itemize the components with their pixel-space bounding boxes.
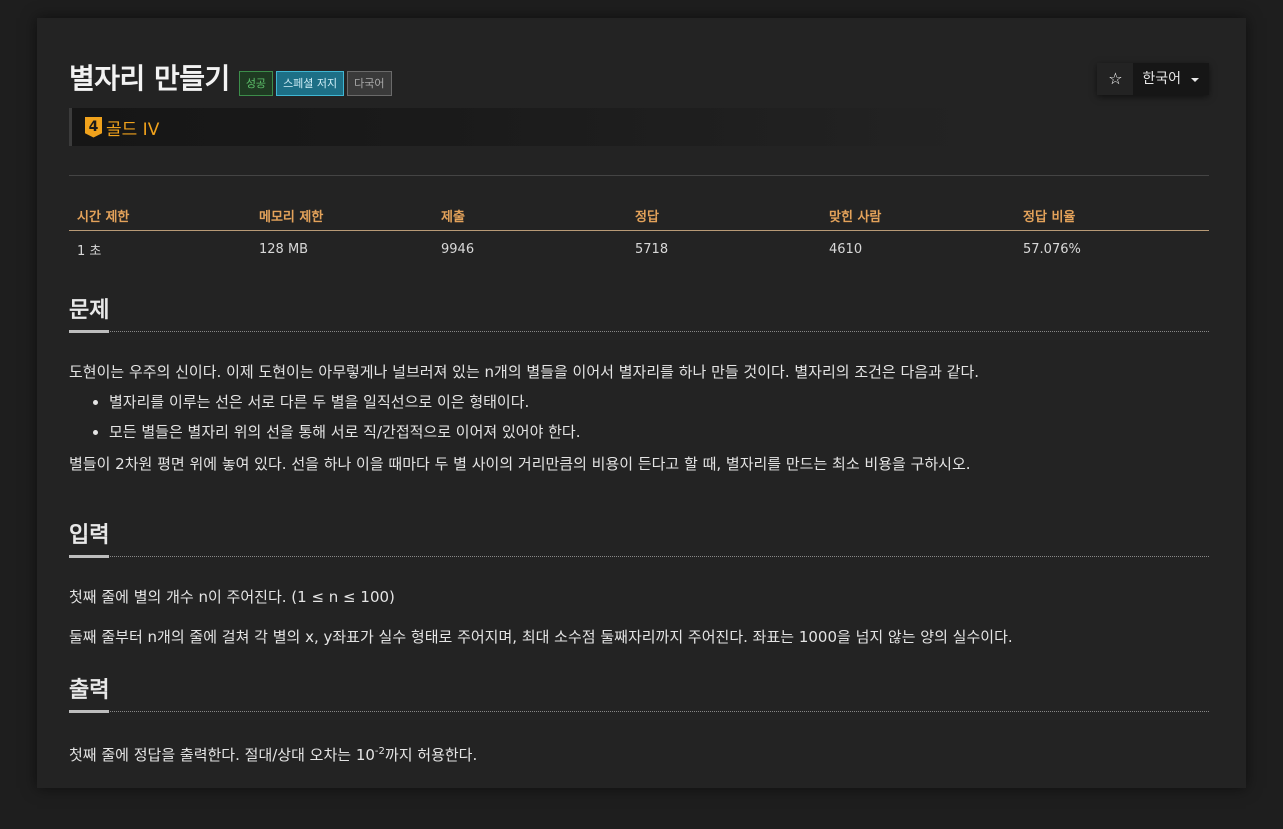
badge-multilang[interactable]: 다국어: [347, 71, 392, 96]
input-title: 입력: [69, 523, 110, 548]
stats-header-ratio: 정답 비율: [1023, 209, 1076, 225]
problem-badges: 성공 스페셜 저지 다국어: [238, 71, 392, 96]
problem-panel: 별자리 만들기 성공 스페셜 저지 다국어 ☆ 한국어 4 골드 IV 시간 제…: [37, 18, 1246, 788]
stats-solvers[interactable]: 4610: [821, 242, 1015, 257]
heading-underline: [69, 555, 109, 558]
stats-time-limit: 1 초: [77, 243, 102, 259]
problem-stats-table: 시간 제한 메모리 제한 제출 정답 맞힌 사람 정답 비율 1 초 128 M…: [69, 200, 1209, 267]
description-section: 문제 도현이는 우주의 신이다. 이제 도현이는 아무렇게나 널브러져 있는 n…: [69, 296, 1209, 475]
output-heading: 출력: [69, 676, 1209, 713]
output-title: 출력: [69, 678, 110, 703]
tier-gold-icon: 4: [85, 116, 102, 138]
stats-value-row: 1 초 128 MB 9946 5718 4610 57.076%: [69, 231, 1209, 267]
list-item: 별자리를 이루는 선은 서로 다른 두 별을 일직선으로 이은 형태이다.: [109, 391, 1209, 413]
badge-special-judge[interactable]: 스페셜 저지: [276, 71, 345, 96]
description-conditions: 별자리를 이루는 선은 서로 다른 두 별을 일직선으로 이은 형태이다. 모든…: [109, 391, 1209, 443]
tier-bar: 4 골드 IV: [69, 108, 964, 146]
output-section: 출력 첫째 줄에 정답을 출력한다. 절대/상대 오차는 10-2까지 허용한다…: [69, 676, 1209, 766]
caret-down-icon: [1191, 78, 1199, 82]
output-text: 첫째 줄에 정답을 출력한다. 절대/상대 오차는 10-2까지 허용한다.: [69, 741, 1209, 766]
stats-header-accepted: 정답: [635, 209, 659, 225]
description-intro: 도현이는 우주의 신이다. 이제 도현이는 아무렇게나 널브러져 있는 n개의 …: [69, 363, 980, 381]
stats-header-memory-limit: 메모리 제한: [259, 209, 324, 225]
stats-header-row: 시간 제한 메모리 제한 제출 정답 맞힌 사람 정답 비율: [69, 200, 1209, 231]
list-item: 모든 별들은 별자리 위의 선을 통해 서로 직/간접적으로 이어져 있어야 한…: [109, 421, 1209, 443]
stats-memory-limit: 128 MB: [259, 241, 309, 257]
title-row: 별자리 만들기 성공 스페셜 저지 다국어: [69, 62, 392, 96]
stats-header-time-limit: 시간 제한: [77, 209, 130, 225]
problem-title: 별자리 만들기: [69, 62, 230, 95]
stats-header-solvers: 맞힌 사람: [829, 209, 882, 225]
description-heading: 문제: [69, 296, 1209, 333]
output-text-before: 첫째 줄에 정답을 출력한다. 절대/상대 오차는 10: [69, 746, 375, 764]
problem-actions: ☆ 한국어: [1097, 63, 1209, 95]
stats-submissions[interactable]: 9946: [433, 242, 627, 257]
badge-success: 성공: [238, 71, 274, 96]
tier-label: 골드 IV: [106, 119, 160, 140]
language-label: 한국어: [1142, 71, 1181, 87]
input-heading: 입력: [69, 521, 1209, 558]
heading-underline: [69, 330, 109, 333]
description-title: 문제: [69, 298, 110, 323]
header-divider: [69, 175, 1209, 176]
description-outro: 별들이 2차원 평면 위에 놓여 있다. 선을 하나 이을 때마다 두 별 사이…: [69, 455, 971, 473]
stats-accepted[interactable]: 5718: [627, 242, 821, 257]
star-icon: ☆: [1108, 69, 1123, 88]
heading-underline: [69, 710, 109, 713]
favorite-star-button[interactable]: ☆: [1097, 63, 1134, 95]
input-section: 입력 첫째 줄에 별의 개수 n이 주어진다. (1 ≤ n ≤ 100) 둘째…: [69, 521, 1209, 648]
output-exponent: -2: [374, 746, 385, 757]
input-line-1: 첫째 줄에 별의 개수 n이 주어진다. (1 ≤ n ≤ 100): [69, 588, 395, 606]
stats-ratio: 57.076%: [1023, 241, 1081, 257]
problem-content: 별자리 만들기 성공 스페셜 저지 다국어 ☆ 한국어 4 골드 IV 시간 제…: [69, 18, 1209, 788]
stats-header-submissions: 제출: [441, 209, 465, 225]
input-line-2: 둘째 줄부터 n개의 줄에 걸쳐 각 별의 x, y좌표가 실수 형태로 주어지…: [69, 628, 1013, 646]
output-text-after: 까지 허용한다.: [384, 746, 478, 764]
language-dropdown[interactable]: 한국어: [1133, 63, 1209, 95]
